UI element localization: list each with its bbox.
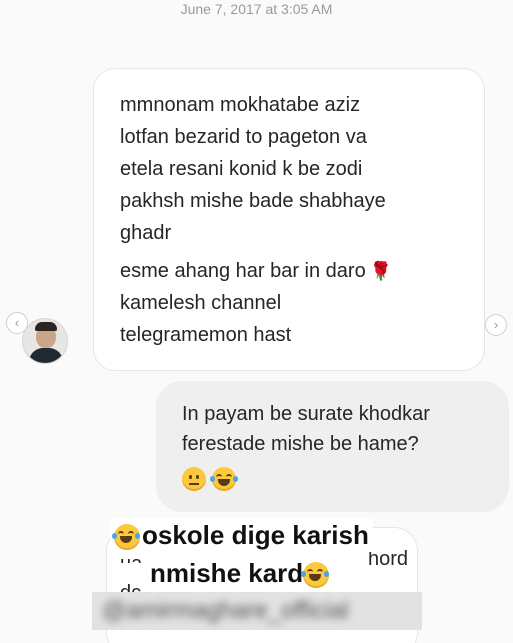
outgoing-message-bubble[interactable]: In payam be surate khodkar ferestade mis… [156, 381, 509, 512]
outgoing-line: ferestade mishe be hame? [182, 433, 419, 455]
neutral-face-icon [182, 467, 206, 491]
blurred-watermark: @amirmaghare_official [92, 592, 422, 630]
incoming-line: kamelesh channel [120, 292, 282, 314]
overlay-caption-line-1: oskole dige karish [110, 518, 373, 552]
incoming-line: pakhsh mishe bade shabhaye [120, 190, 386, 212]
tears-of-joy-icon [301, 562, 330, 589]
incoming-line: esme ahang har bar in daro 🌹 [120, 255, 462, 287]
incoming-paragraph-2: esme ahang har bar in daro 🌹 kamelesh cha… [120, 255, 462, 351]
avatar-body [29, 348, 63, 363]
tears-of-joy-icon [210, 467, 238, 491]
overlay-caption-line-2: nmishe kard [146, 556, 336, 590]
incoming-message-bubble[interactable]: mmnonam mokhatabe aziz lotfan bezarid to… [93, 68, 485, 371]
incoming-line-text: esme ahang har bar in daro [120, 260, 366, 282]
incoming-line: ghadr [120, 222, 172, 244]
partial-text-fragment: hord [368, 548, 409, 570]
outgoing-line: In payam be surate khodkar [182, 403, 430, 425]
caption-text: oskole dige karish [142, 520, 369, 550]
incoming-line: lotfan bezarid to pageton va [120, 126, 367, 148]
message-timestamp: June 7, 2017 at 3:05 AM [180, 1, 333, 17]
partial-text-fragment: ua [120, 553, 142, 563]
watermark-handle: @amirmaghare_official [102, 597, 349, 624]
sender-avatar[interactable] [22, 318, 68, 364]
incoming-line: telegramemon hast [120, 324, 292, 346]
caption-text: nmishe kard [150, 558, 304, 588]
incoming-line: mmnonam mokhatabe aziz [120, 94, 361, 116]
direct-message-thread: June 7, 2017 at 3:05 AM ‹ › mmnonam mokh… [0, 0, 513, 643]
next-arrow-icon[interactable]: › [485, 314, 507, 336]
incoming-paragraph-1: mmnonam mokhatabe aziz lotfan bezarid to… [120, 89, 462, 249]
tears-of-joy-icon [112, 524, 140, 551]
outgoing-emoji-row [182, 467, 489, 491]
rose-icon: 🌹 [369, 261, 393, 281]
incoming-line: etela resani konid k be zodi [120, 158, 363, 180]
avatar-hair [35, 322, 57, 331]
